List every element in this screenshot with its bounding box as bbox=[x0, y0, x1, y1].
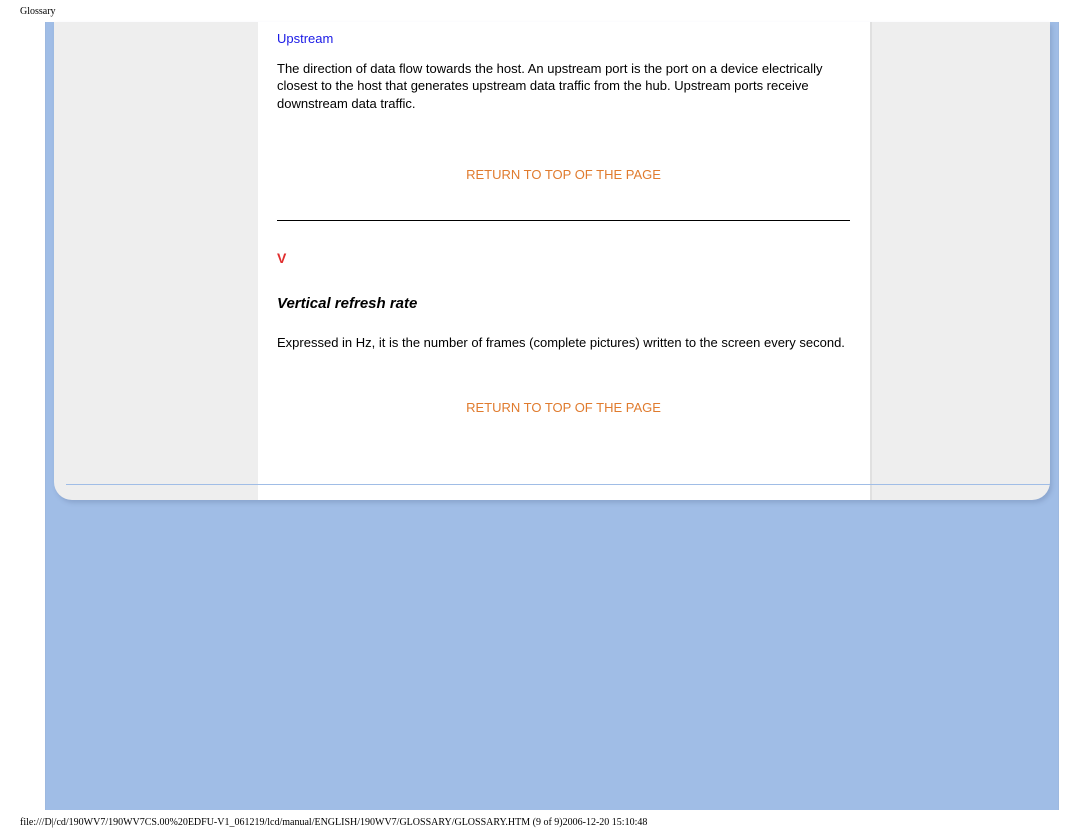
footer-path: file:///D|/cd/190WV7/190WV7CS.00%20EDFU-… bbox=[20, 817, 647, 828]
panel-divider-line bbox=[66, 484, 1050, 485]
section-letter-v: V bbox=[277, 249, 850, 268]
return-to-top-link[interactable]: RETURN TO TOP OF THE PAGE bbox=[277, 166, 850, 184]
term-title: Vertical refresh rate bbox=[277, 294, 850, 314]
page-header-small: Glossary bbox=[20, 6, 56, 17]
page-background: Upstream The direction of data flow towa… bbox=[45, 22, 1059, 810]
divider bbox=[277, 220, 850, 221]
upstream-label: Upstream bbox=[277, 30, 850, 48]
term-definition: Expressed in Hz, it is the number of fra… bbox=[277, 334, 850, 352]
return-to-top-link[interactable]: RETURN TO TOP OF THE PAGE bbox=[277, 399, 850, 417]
grey-panel: Upstream The direction of data flow towa… bbox=[54, 22, 1050, 500]
content-inner: Upstream The direction of data flow towa… bbox=[258, 30, 870, 417]
content-pane: Upstream The direction of data flow towa… bbox=[258, 22, 872, 500]
upstream-definition: The direction of data flow towards the h… bbox=[277, 60, 850, 113]
